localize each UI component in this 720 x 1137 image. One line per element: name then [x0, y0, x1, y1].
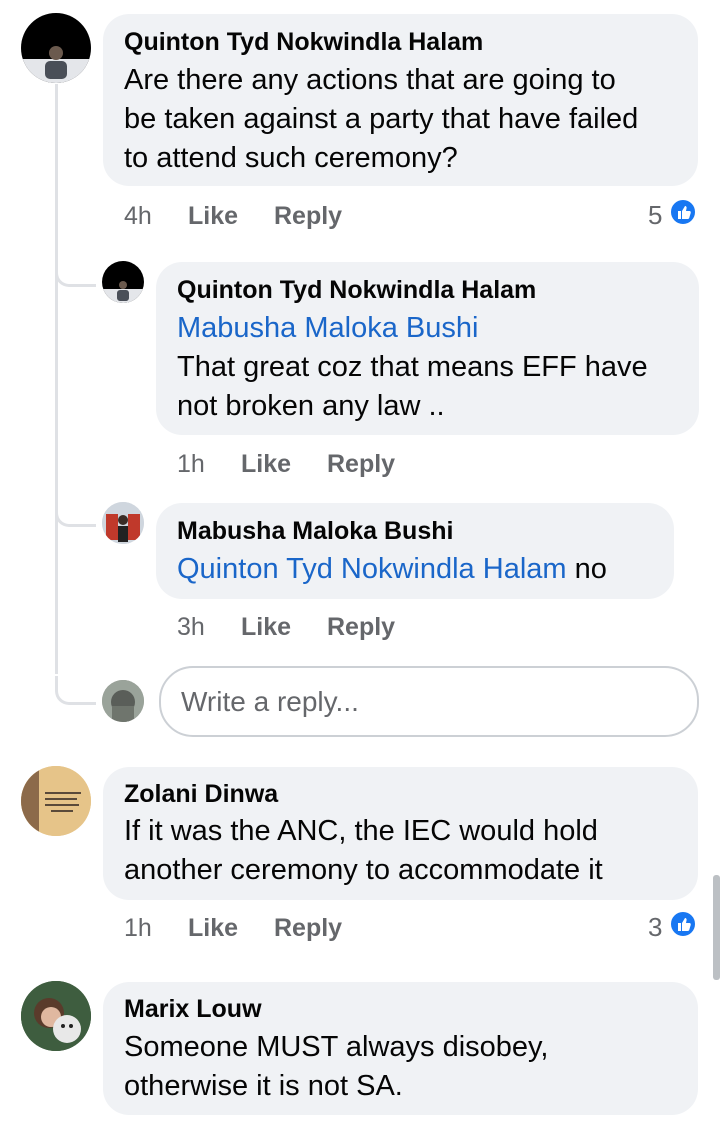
- reaction-count[interactable]: 3: [648, 912, 662, 943]
- comment-line: be taken against a party that have faile…: [124, 103, 639, 135]
- reply-input-placeholder: Write a reply...: [181, 686, 359, 717]
- comment-text: Quinton Tyd Nokwindla Halam no: [177, 550, 607, 589]
- comment-text: If it was the ANC, the IEC would hold an…: [124, 812, 694, 890]
- avatar-photo: [102, 281, 144, 303]
- comment-text: Are there any actions that are going to …: [124, 61, 694, 178]
- avatar-photo: [102, 502, 144, 544]
- comment-author[interactable]: Quinton Tyd Nokwindla Halam: [177, 276, 536, 305]
- avatar[interactable]: [102, 261, 144, 303]
- avatar-photo: [21, 766, 91, 836]
- like-button[interactable]: Like: [188, 914, 238, 943]
- like-icon: [669, 910, 697, 938]
- avatar[interactable]: [21, 766, 91, 836]
- comment-author[interactable]: Mabusha Maloka Bushi: [177, 517, 453, 546]
- comment-timestamp[interactable]: 1h: [177, 450, 205, 479]
- avatar-photo: [21, 981, 91, 1051]
- reply-button[interactable]: Reply: [327, 450, 395, 479]
- reply-button[interactable]: Reply: [274, 202, 342, 231]
- thread-elbow: [55, 676, 96, 705]
- scrollbar-thumb[interactable]: [713, 875, 720, 980]
- comment-line: to attend such ceremony?: [124, 142, 458, 174]
- avatar[interactable]: [102, 502, 144, 544]
- comment-author[interactable]: Quinton Tyd Nokwindla Halam: [124, 28, 483, 57]
- thread-elbow: [55, 258, 96, 287]
- comment-text: Someone MUST always disobey, otherwise i…: [124, 1028, 694, 1106]
- avatar-photo: [21, 46, 91, 83]
- comment-author[interactable]: Zolani Dinwa: [124, 780, 278, 809]
- comment-line: not broken any law ..: [177, 390, 445, 422]
- thread-line: [55, 84, 58, 674]
- avatar[interactable]: [21, 981, 91, 1051]
- comment-line: otherwise it is not SA.: [124, 1070, 403, 1102]
- comment-line: Someone MUST always disobey,: [124, 1031, 549, 1063]
- like-button[interactable]: Like: [241, 613, 291, 642]
- comment-timestamp[interactable]: 4h: [124, 202, 152, 231]
- thread-elbow: [55, 498, 96, 527]
- comment-timestamp[interactable]: 1h: [124, 914, 152, 943]
- reply-button[interactable]: Reply: [274, 914, 342, 943]
- comment-line: If it was the ANC, the IEC would hold: [124, 815, 598, 847]
- comment-author[interactable]: Marix Louw: [124, 995, 262, 1024]
- reply-button[interactable]: Reply: [327, 613, 395, 642]
- avatar-photo: [102, 680, 144, 722]
- avatar[interactable]: [21, 13, 91, 83]
- comment-text-tail: no: [566, 553, 607, 585]
- reaction-count[interactable]: 5: [648, 200, 662, 231]
- like-button[interactable]: Like: [241, 450, 291, 479]
- mention-link[interactable]: Mabusha Maloka Bushi: [177, 309, 478, 348]
- mention-link[interactable]: Quinton Tyd Nokwindla Halam: [177, 553, 567, 585]
- comment-timestamp[interactable]: 3h: [177, 613, 205, 642]
- comment-line: Are there any actions that are going to: [124, 64, 616, 96]
- current-user-avatar: [102, 680, 144, 722]
- comment-line: another ceremony to accommodate it: [124, 854, 603, 886]
- comment-text: That great coz that means EFF have not b…: [177, 348, 692, 426]
- like-icon: [669, 198, 697, 226]
- like-button[interactable]: Like: [188, 202, 238, 231]
- comment-line: That great coz that means EFF have: [177, 351, 648, 383]
